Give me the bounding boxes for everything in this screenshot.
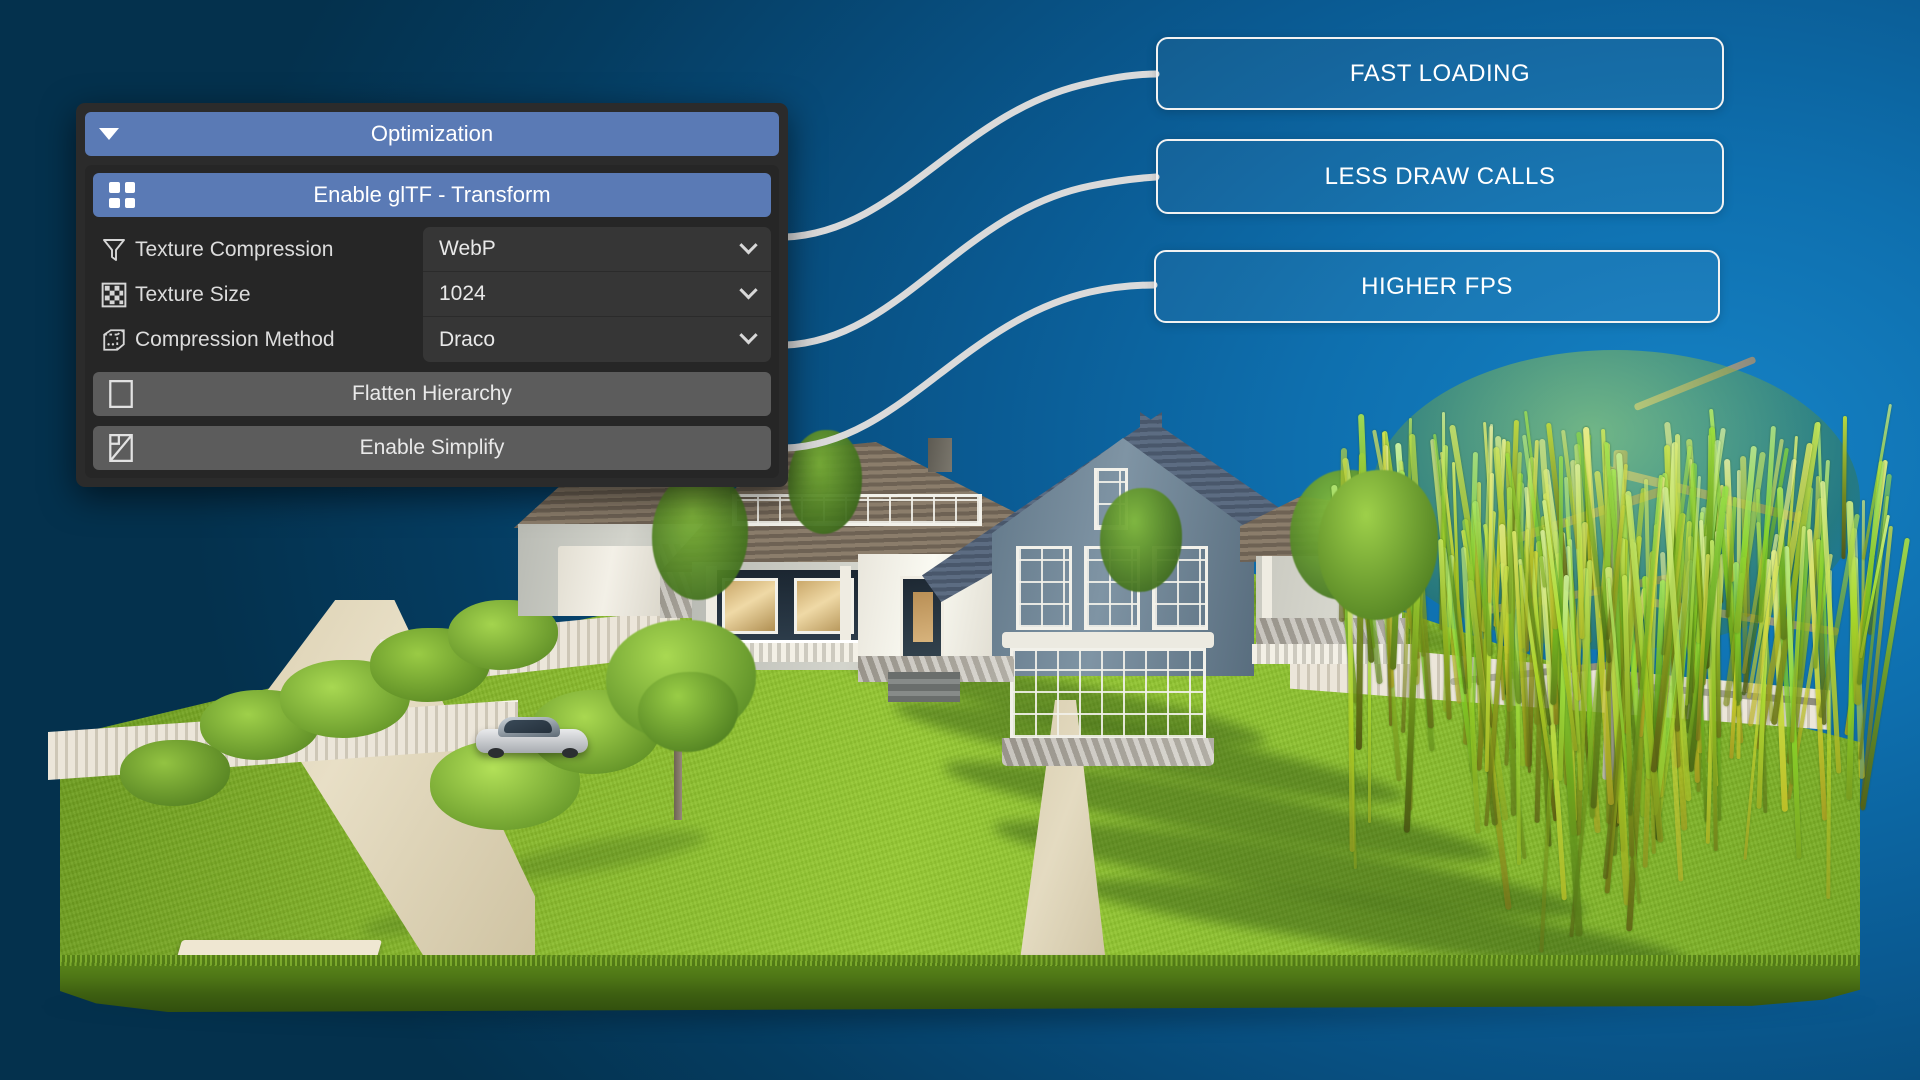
callout-less-draw-calls[interactable]: LESS DRAW CALLS [1156,139,1724,214]
enable-gltf-transform-label: Enable glTF - Transform [313,182,551,207]
chimney [928,438,952,472]
funnel-filter-icon [93,233,135,267]
property-list: Texture Compression WebP Texture Size 10… [93,227,771,362]
callout-label: FAST LOADING [1349,59,1531,87]
property-row-texture-compression: Texture Compression WebP [93,227,771,272]
screenshot-root: FAST LOADING LESS DRAW CALLS HIGHER FPS … [0,0,1920,1080]
weeping-willow-tree [1330,340,1910,953]
dropdown-value: 1024 [439,282,486,305]
texture-compression-dropdown[interactable]: WebP [423,227,771,272]
bay-window-base [1002,738,1214,766]
foreground-tree [600,620,760,820]
callout-label: LESS DRAW CALLS [1324,162,1556,190]
door-panel [913,592,933,642]
empty-checkbox-icon [99,379,143,409]
texture-size-dropdown[interactable]: 1024 [423,272,771,317]
enable-gltf-transform-button[interactable]: Enable glTF - Transform [93,173,771,217]
dropdown-value: Draco [439,327,496,351]
simplify-mesh-icon [99,433,143,463]
chevron-down-icon [739,326,758,345]
grid-2x2-icon [109,182,135,208]
enable-simplify-toggle[interactable]: Enable Simplify [93,426,771,470]
wireframe-cube-icon [93,323,135,357]
flatten-hierarchy-label: Flatten Hierarchy [352,382,512,405]
callout-higher-fps[interactable]: HIGHER FPS [1154,250,1720,323]
chevron-down-icon [739,235,758,254]
property-row-texture-size: Texture Size 1024 [93,272,771,317]
gable-window-left [1016,546,1072,630]
property-label: Texture Size [135,282,251,306]
chevron-down-icon [739,280,758,299]
panel-body: Enable glTF - Transform Texture Compress… [85,165,779,478]
triangle-down-icon[interactable] [99,128,119,140]
callout-label: HIGHER FPS [1361,272,1513,300]
enable-simplify-label: Enable Simplify [359,436,505,459]
checkerboard-texture-icon [93,278,135,312]
bay-window-roof [1002,632,1214,648]
panel-header[interactable]: Optimization [85,112,779,156]
property-label: Compression Method [135,327,335,351]
front-steps [888,672,960,702]
property-label: Texture Compression [135,237,334,261]
flatten-hierarchy-toggle[interactable]: Flatten Hierarchy [93,372,771,416]
property-row-compression-method: Compression Method Draco [93,317,771,362]
optimization-panel: Optimization Enable glTF - Transform Tex… [76,103,788,487]
dropdown-value: WebP [439,237,496,260]
callout-fast-loading[interactable]: FAST LOADING [1156,37,1724,110]
compression-method-dropdown[interactable]: Draco [423,317,771,362]
bay-window [1010,648,1206,740]
panel-title: Optimization [370,121,494,146]
